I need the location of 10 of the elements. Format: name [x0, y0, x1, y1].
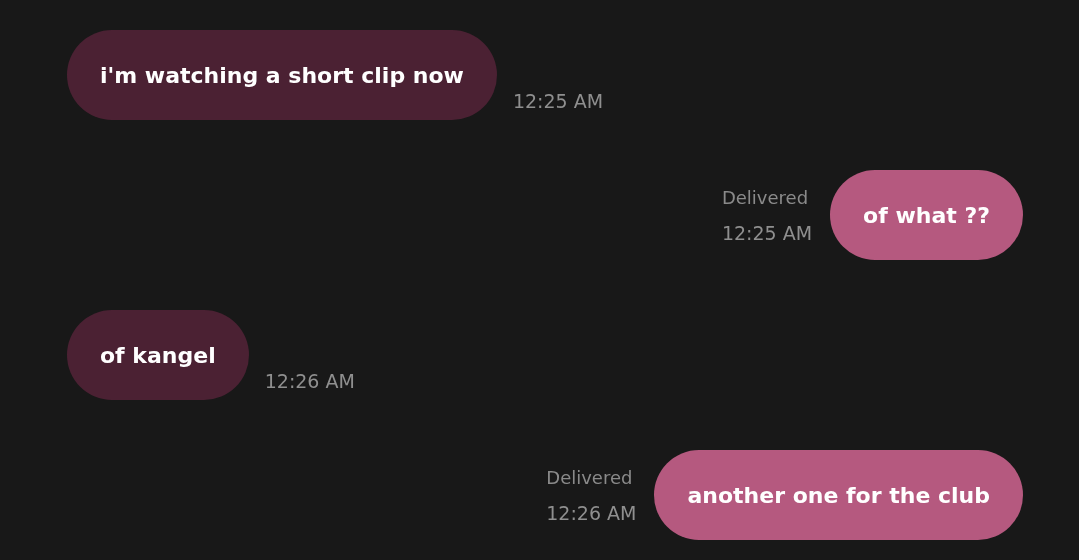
message-bubble[interactable]: of what ?? — [830, 170, 1023, 260]
delivery-status: Delivered — [546, 466, 633, 488]
message-time: 12:25 AM — [721, 221, 813, 244]
message-bubble[interactable]: i'm watching a short clip now — [67, 30, 497, 120]
message-time: 12:25 AM — [512, 90, 604, 112]
message-bubble[interactable]: another one for the club — [654, 450, 1023, 540]
message-time: 12:26 AM — [546, 501, 637, 524]
message-time: 12:26 AM — [264, 370, 355, 392]
message-bubble[interactable]: of kangel — [67, 310, 249, 400]
delivery-status: Delivered — [721, 186, 809, 208]
